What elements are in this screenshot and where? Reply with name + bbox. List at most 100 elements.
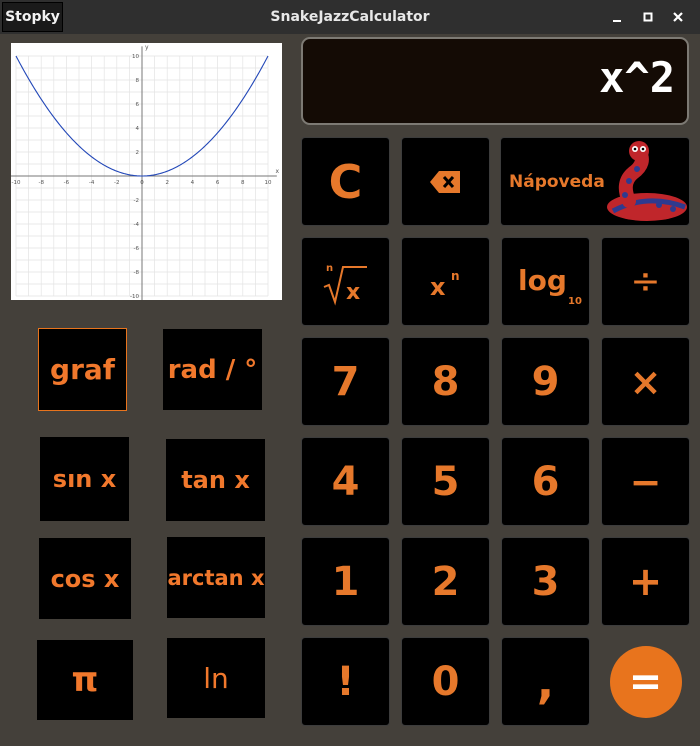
- log-icon: log 10: [518, 264, 582, 307]
- sin-label: sın x: [52, 465, 117, 493]
- display-expression: x^2: [599, 53, 675, 102]
- digit-7-button[interactable]: 7: [301, 337, 390, 426]
- y-tick-label: 8: [136, 78, 140, 84]
- y-tick-label: -6: [134, 246, 140, 252]
- window-title: SnakeJazzCalculator: [270, 9, 430, 25]
- y-tick-label: -10: [130, 294, 139, 300]
- digit-2-label: 2: [431, 558, 460, 605]
- log-label: log: [518, 264, 567, 297]
- tan-button[interactable]: tan x: [166, 439, 265, 521]
- cos-button[interactable]: cos x: [39, 538, 131, 619]
- parabola-plot: -10 -8 -6 -4 -2 0 2 4 6 8 10 10 8 6 4 2 -2 -4 -6 -8 -10 x y: [7, 44, 280, 302]
- x-tick-label: -6: [64, 180, 70, 186]
- digit-9-button[interactable]: 9: [501, 337, 590, 426]
- equals-button[interactable]: =: [601, 637, 690, 726]
- digit-9-label: 9: [531, 358, 560, 405]
- x-tick-label: -4: [89, 180, 95, 186]
- calculator-display: x^2: [301, 37, 689, 125]
- close-icon[interactable]: [670, 9, 686, 25]
- function-graph: -10 -8 -6 -4 -2 0 2 4 6 8 10 10 8 6 4 2 -2 -4 -6 -8 -10 x y: [7, 43, 282, 302]
- x-tick-label: 10: [265, 180, 272, 186]
- digit-0-button[interactable]: 0: [401, 637, 490, 726]
- multiply-button[interactable]: ×: [601, 337, 690, 426]
- arctan-button[interactable]: arctan x: [167, 537, 265, 618]
- y-tick-label: -4: [134, 222, 140, 228]
- comma-label: ,: [536, 654, 555, 709]
- graf-label: graf: [50, 353, 115, 386]
- divide-label: ÷: [630, 261, 661, 302]
- factorial-label: !: [336, 658, 355, 705]
- backspace-icon: [429, 170, 460, 193]
- y-axis-label: y: [145, 44, 149, 51]
- power-button[interactable]: x n: [401, 237, 490, 326]
- maximize-icon[interactable]: [640, 9, 656, 25]
- divide-button[interactable]: ÷: [601, 237, 690, 326]
- power-base: x: [430, 273, 446, 301]
- backspace-button[interactable]: [401, 137, 490, 226]
- root-x: x: [346, 280, 360, 305]
- comma-button[interactable]: ,: [501, 637, 590, 726]
- log-button[interactable]: log 10: [501, 237, 590, 326]
- x-tick-label: -2: [114, 180, 119, 186]
- digit-4-label: 4: [331, 458, 360, 505]
- factorial-button[interactable]: !: [301, 637, 390, 726]
- minus-button[interactable]: −: [601, 437, 690, 526]
- ln-label: ln: [203, 661, 229, 695]
- digit-6-label: 6: [531, 458, 560, 505]
- power-icon: x n: [430, 269, 460, 301]
- digit-1-label: 1: [331, 558, 360, 605]
- nth-root-button[interactable]: n x: [301, 237, 390, 326]
- help-button[interactable]: Nápoveda: [500, 137, 690, 226]
- root-index: n: [326, 263, 333, 274]
- nth-root-icon: n x: [323, 263, 367, 306]
- y-tick-label: 2: [136, 150, 140, 156]
- sin-button[interactable]: sın x: [40, 437, 129, 521]
- digit-5-label: 5: [431, 458, 460, 505]
- y-tick-label: 4: [136, 126, 140, 132]
- y-tick-label: 10: [132, 54, 139, 60]
- graf-button[interactable]: graf: [38, 328, 127, 411]
- digit-7-label: 7: [331, 358, 360, 405]
- rad-deg-label: rad / °: [167, 354, 258, 385]
- power-exp: n: [451, 269, 460, 283]
- clear-button[interactable]: C: [301, 137, 390, 226]
- help-label: Nápoveda: [509, 171, 605, 192]
- digit-3-label: 3: [531, 558, 560, 605]
- log-base: 10: [568, 296, 582, 307]
- multiply-label: ×: [629, 359, 662, 404]
- y-tick-label: 6: [136, 102, 140, 108]
- y-tick-label: -2: [134, 198, 139, 204]
- minus-label: −: [629, 459, 662, 504]
- snake-icon: [607, 141, 687, 221]
- digit-3-button[interactable]: 3: [501, 537, 590, 626]
- clear-label: C: [328, 154, 363, 209]
- minimize-icon[interactable]: [609, 9, 625, 25]
- equals-label: =: [609, 645, 682, 718]
- tan-label: tan x: [181, 466, 250, 494]
- digit-1-button[interactable]: 1: [301, 537, 390, 626]
- plus-label: +: [628, 558, 663, 605]
- x-tick-label: 8: [241, 180, 245, 186]
- digit-6-button[interactable]: 6: [501, 437, 590, 526]
- pi-label: π: [71, 660, 99, 700]
- ln-button[interactable]: ln: [167, 638, 265, 718]
- x-tick-label: 6: [216, 180, 220, 186]
- title-bar: Stopky SnakeJazzCalculator: [0, 0, 700, 34]
- plus-button[interactable]: +: [601, 537, 690, 626]
- x-axis-label: x: [276, 168, 280, 175]
- x-tick-label: 0: [140, 180, 144, 186]
- pi-button[interactable]: π: [37, 640, 133, 720]
- arctan-label: arctan x: [167, 565, 265, 590]
- digit-0-label: 0: [431, 658, 460, 705]
- cos-label: cos x: [50, 564, 120, 593]
- x-tick-label: 4: [191, 180, 195, 186]
- x-tick-label: -10: [12, 180, 21, 186]
- digit-8-label: 8: [431, 358, 460, 405]
- x-tick-label: 2: [165, 180, 169, 186]
- y-tick-label: -8: [134, 270, 140, 276]
- digit-2-button[interactable]: 2: [401, 537, 490, 626]
- rad-deg-button[interactable]: rad / °: [163, 329, 262, 410]
- digit-8-button[interactable]: 8: [401, 337, 490, 426]
- digit-5-button[interactable]: 5: [401, 437, 490, 526]
- digit-4-button[interactable]: 4: [301, 437, 390, 526]
